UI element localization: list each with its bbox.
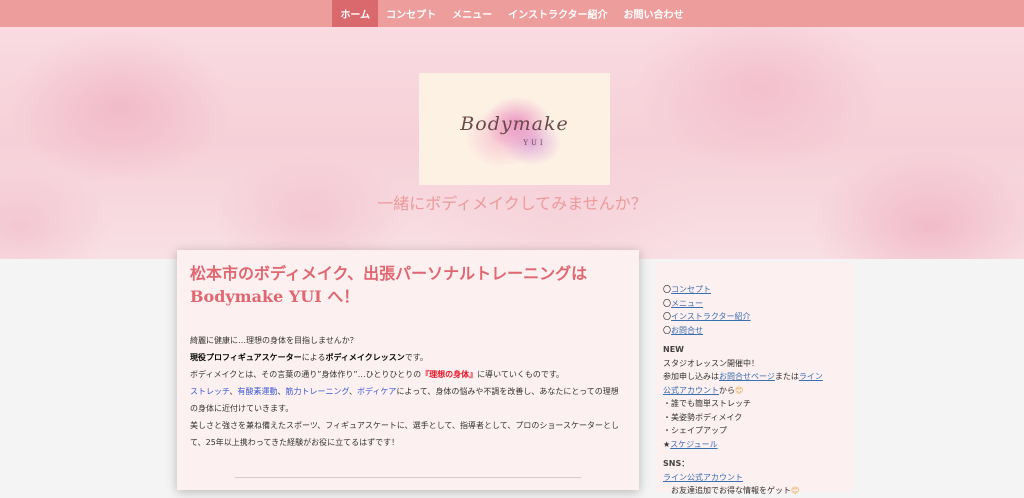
sns-line-item: ライン公式アカウント [663,471,844,485]
sns-line-account-link[interactable]: ライン公式アカウント [663,473,743,482]
nav-item-contact[interactable]: お問い合わせ [616,0,692,27]
content-divider [235,477,581,478]
line-account-link-a[interactable]: ライン [799,372,823,381]
text-segment: ボディメイクとは、その言葉の通り”身体作り”…ひとりひとりの [190,370,422,379]
new-heading: NEW [663,345,684,354]
keyword-bodycare: ボディケア [356,387,397,396]
new-bullet-2: ・美姿勢ボディメイク [663,412,743,422]
new-line-2: 参加申し込みはお問合せページまたはライン [663,370,844,384]
text-segment: による [301,353,326,362]
intro-paragraph-1: 綺麗に健康に…理想の身体を目指しませんか？ [190,336,358,345]
text-segment: です。 [404,353,428,362]
highlight-ideal-body: 『理想の身体』 [421,370,478,379]
smile-emoji-icon: 😊 [735,385,744,395]
text-segment: または [774,372,799,381]
sns-note: お友達追加でお得な情報をゲット😊 [663,484,844,498]
circle-bullet-icon: 〇 [663,325,671,335]
text-segment: から [719,385,735,395]
separator: 、 [277,387,286,396]
keyword-stretch: ストレッチ [190,387,230,396]
intro-paragraph-4: ストレッチ、有酸素運動、筋力トレーニング、ボディケアによって、身体の悩みや不調を… [190,383,626,417]
sidebar-link-menu[interactable]: メニュー [671,299,703,308]
circle-bullet-icon: 〇 [663,312,671,321]
sidebar-item-instructor: 〇インストラクター紹介 [663,310,844,324]
sns-heading: SNS： [663,459,690,468]
separator: 、 [348,387,357,396]
nav-item-home[interactable]: ホーム [332,0,379,27]
sidebar-item-contact: 〇お問合せ [663,324,844,338]
sidebar-link-instructor[interactable]: インストラクター紹介 [671,312,751,321]
smile-emoji-icon: 😊 [791,486,800,495]
text-segment: に導いていくものです。 [477,370,565,379]
sidebar-item-menu: 〇メニュー [663,297,844,311]
hero-banner: Bodymake YUI 一緒にボディメイクしてみませんか？ [0,27,1024,259]
line-account-link-b[interactable]: 公式アカウント [663,386,719,395]
sidebar-link-concept[interactable]: コンセプト [671,285,711,294]
sidebar: 〇コンセプト 〇メニュー 〇インストラクター紹介 〇お問合せ NEW スタジオレ… [655,262,852,495]
new-line-1: スタジオレッスン開催中！ [663,358,759,368]
new-bullet-1: ・誰でも簡単ストレッチ [663,399,751,408]
page-title: 松本市のボディメイク、出張パーソナルトレーニングは Bodymake YUI へ… [190,264,588,306]
new-bullet-3: ・シェイプアップ [663,426,727,435]
sidebar-link-contact[interactable]: お問合せ [671,326,703,335]
bold-pro-skater: 現役プロフィギュアスケーター [190,353,302,362]
nav-item-instructor[interactable]: インストラクター紹介 [500,0,615,27]
new-line-3: 公式アカウントから😊 [663,384,844,398]
main-content: 松本市のボディメイク、出張パーソナルトレーニングは Bodymake YUI へ… [177,250,639,490]
text-segment: お友達追加でお得な情報をゲット [663,486,791,495]
keyword-aerobic: 有酸素運動 [237,387,278,396]
nav-item-menu[interactable]: メニュー [444,0,500,27]
text-segment: 参加申し込みは [663,372,719,381]
contact-page-link[interactable]: お問合せページ [719,372,775,381]
intro-paragraph-3: ボディメイクとは、その言葉の通り”身体作り”…ひとりひとりの『理想の身体』に導い… [190,366,626,383]
keyword-strength: 筋力トレーニング [285,387,349,396]
logo-subtext: YUI [523,139,546,147]
top-nav: ホーム コンセプト メニュー インストラクター紹介 お問い合わせ [0,0,1024,27]
circle-bullet-icon: 〇 [663,298,671,308]
intro-paragraph-2: 現役プロフィギュアスケーターによるボディメイクレッスンです。 [190,349,626,366]
circle-bullet-icon: 〇 [663,285,671,294]
intro-paragraph-5: 美しさと強さを兼ね備えたスポーツ、フィギュアスケートに、選手として、指導者として… [190,421,619,447]
site-logo[interactable]: Bodymake YUI [419,73,610,185]
sidebar-item-concept: 〇コンセプト [663,283,844,297]
bold-bodymake-lesson: ボディメイクレッスン [325,353,405,362]
intro-text: 綺麗に健康に…理想の身体を目指しませんか？ 現役プロフィギュアスケーターによるボ… [190,332,626,451]
schedule-link[interactable]: スケジュール [670,440,717,449]
hero-tagline: 一緒にボディメイクしてみませんか？ [377,194,647,213]
nav-item-concept[interactable]: コンセプト [378,0,444,27]
schedule-item: ★スケジュール [663,438,844,452]
logo-text: Bodymake [460,113,569,135]
separator: 、 [229,387,238,396]
